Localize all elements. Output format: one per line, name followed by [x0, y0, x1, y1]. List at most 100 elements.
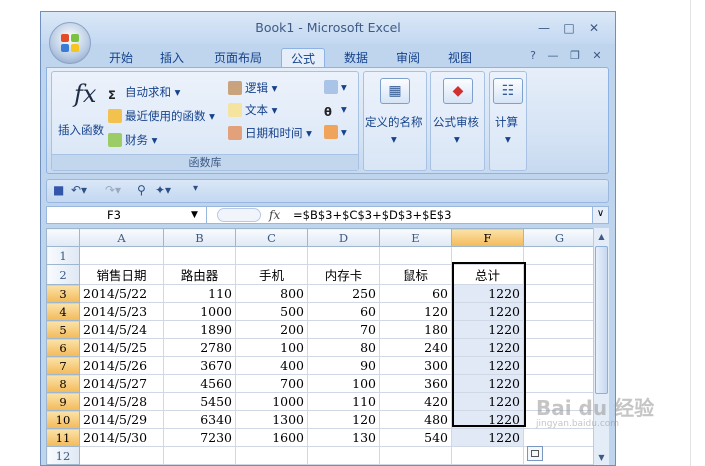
row-header[interactable]: 12: [46, 446, 80, 465]
cell-grid[interactable]: A B C D E F G 1 2 销售日期 路由器 手机 内存卡 鼠标 总计 3 2014/5/22 110 80…: [46, 228, 596, 465]
cell-f6[interactable]: 1220: [451, 338, 524, 357]
more-functions-button[interactable]: ▾: [324, 125, 347, 139]
column-header-a[interactable]: A: [79, 228, 164, 247]
column-header-d[interactable]: D: [307, 228, 380, 247]
cell-f10[interactable]: 1220: [451, 410, 524, 429]
row-header[interactable]: 7: [46, 356, 80, 375]
financial-button[interactable]: 财务 ▾: [108, 132, 157, 148]
cell-g6[interactable]: [523, 338, 596, 357]
cell-d9[interactable]: 110: [307, 392, 380, 411]
autofill-options-button[interactable]: [527, 446, 543, 461]
cell-b12[interactable]: [163, 446, 236, 465]
tab-review[interactable]: 审阅: [389, 48, 427, 68]
tab-view[interactable]: 视图: [441, 48, 479, 68]
cell-g5[interactable]: [523, 320, 596, 339]
ribbon-minimize-icon[interactable]: —: [545, 48, 561, 64]
cell-b9[interactable]: 5450: [163, 392, 236, 411]
cell-e2[interactable]: 鼠标: [379, 264, 452, 285]
expand-formula-icon[interactable]: ∨: [592, 207, 608, 223]
customize-toolbar-icon[interactable]: ▾: [193, 183, 198, 194]
cell-d11[interactable]: 130: [307, 428, 380, 447]
tab-insert[interactable]: 插入: [153, 48, 191, 68]
cell-g7[interactable]: [523, 356, 596, 375]
cell-e12[interactable]: [379, 446, 452, 465]
cell-d7[interactable]: 90: [307, 356, 380, 375]
cell-a1[interactable]: [79, 246, 164, 265]
cell-c2[interactable]: 手机: [235, 264, 308, 285]
cell-f9[interactable]: 1220: [451, 392, 524, 411]
cell-c7[interactable]: 400: [235, 356, 308, 375]
cell-b10[interactable]: 6340: [163, 410, 236, 429]
row-header[interactable]: 6: [46, 338, 80, 357]
cell-f1[interactable]: [451, 246, 524, 265]
cell-g11[interactable]: [523, 428, 596, 447]
cell-c10[interactable]: 1300: [235, 410, 308, 429]
cell-d12[interactable]: [307, 446, 380, 465]
scroll-up-icon[interactable]: ▲: [595, 230, 608, 244]
row-header[interactable]: 2: [46, 264, 80, 285]
row-header[interactable]: 8: [46, 374, 80, 393]
cell-c3[interactable]: 800: [235, 284, 308, 303]
autosum-button[interactable]: Σ 自动求和 ▾: [108, 84, 180, 102]
cell-a8[interactable]: 2014/5/27: [79, 374, 164, 393]
tab-page-layout[interactable]: 页面布局: [207, 48, 269, 68]
column-header-f[interactable]: F: [451, 228, 524, 247]
math-button[interactable]: θ ▾: [324, 102, 347, 119]
cell-f3[interactable]: 1220: [451, 284, 524, 303]
cell-a11[interactable]: 2014/5/30: [79, 428, 164, 447]
cell-a9[interactable]: 2014/5/28: [79, 392, 164, 411]
scroll-down-icon[interactable]: ▼: [595, 451, 608, 465]
cell-a4[interactable]: 2014/5/23: [79, 302, 164, 321]
cell-c6[interactable]: 100: [235, 338, 308, 357]
cell-c4[interactable]: 500: [235, 302, 308, 321]
office-button[interactable]: [49, 22, 91, 64]
help-icon[interactable]: ?: [525, 48, 541, 64]
cell-b8[interactable]: 4560: [163, 374, 236, 393]
column-header-e[interactable]: E: [379, 228, 452, 247]
cell-b5[interactable]: 1890: [163, 320, 236, 339]
cell-b2[interactable]: 路由器: [163, 264, 236, 285]
close-icon[interactable]: ✕: [583, 20, 605, 36]
cell-c5[interactable]: 200: [235, 320, 308, 339]
cell-e9[interactable]: 420: [379, 392, 452, 411]
cell-e10[interactable]: 480: [379, 410, 452, 429]
cell-c9[interactable]: 1000: [235, 392, 308, 411]
row-header[interactable]: 9: [46, 392, 80, 411]
print-preview-icon[interactable]: ⚲: [137, 183, 146, 197]
ribbon-close-icon[interactable]: ✕: [589, 48, 605, 64]
cell-e11[interactable]: 540: [379, 428, 452, 447]
cell-f8[interactable]: 1220: [451, 374, 524, 393]
select-all-corner[interactable]: [46, 228, 80, 247]
row-header[interactable]: 1: [46, 246, 80, 265]
cell-d4[interactable]: 60: [307, 302, 380, 321]
cell-c1[interactable]: [235, 246, 308, 265]
logical-button[interactable]: 逻辑 ▾: [228, 80, 277, 96]
insert-function-button[interactable]: 插入函数: [58, 122, 104, 138]
cell-d6[interactable]: 80: [307, 338, 380, 357]
cell-e7[interactable]: 300: [379, 356, 452, 375]
cell-f4[interactable]: 1220: [451, 302, 524, 321]
cell-g4[interactable]: [523, 302, 596, 321]
save-icon[interactable]: ■: [53, 183, 64, 197]
cell-a2[interactable]: 销售日期: [79, 264, 164, 285]
cell-e3[interactable]: 60: [379, 284, 452, 303]
cell-c8[interactable]: 700: [235, 374, 308, 393]
cell-g2[interactable]: [523, 264, 596, 285]
formula-auditing-group[interactable]: ◆ 公式审核 ▾: [430, 71, 485, 171]
cell-g1[interactable]: [523, 246, 596, 265]
ribbon-restore-icon[interactable]: ❐: [567, 48, 583, 64]
cell-f7[interactable]: 1220: [451, 356, 524, 375]
worksheet[interactable]: A B C D E F G 1 2 销售日期 路由器 手机 内存卡 鼠标 总计 3 2014/5/22 110 80…: [46, 228, 609, 465]
column-header-b[interactable]: B: [163, 228, 236, 247]
cell-g8[interactable]: [523, 374, 596, 393]
cell-d8[interactable]: 100: [307, 374, 380, 393]
cell-d2[interactable]: 内存卡: [307, 264, 380, 285]
lookup-button[interactable]: ▾: [324, 80, 347, 94]
tab-formulas[interactable]: 公式: [281, 48, 325, 68]
cell-c11[interactable]: 1600: [235, 428, 308, 447]
selection-icon[interactable]: ✦▾: [155, 183, 171, 197]
maximize-icon[interactable]: □: [558, 20, 580, 36]
recent-functions-button[interactable]: 最近使用的函数 ▾: [108, 108, 215, 124]
cell-e5[interactable]: 180: [379, 320, 452, 339]
cell-d5[interactable]: 70: [307, 320, 380, 339]
